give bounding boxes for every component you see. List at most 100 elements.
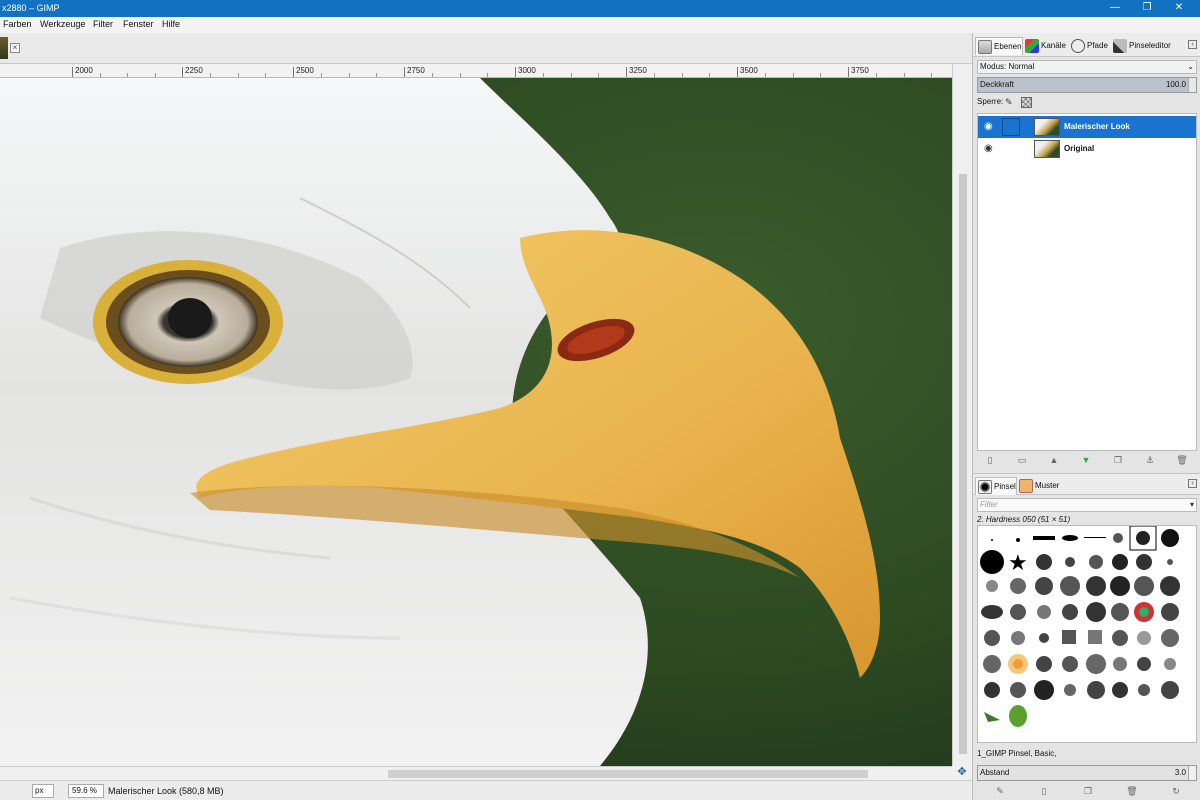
minimize-button[interactable]: — (1100, 0, 1130, 17)
ruler-label: 3750 (851, 66, 869, 75)
ruler-minor-tick (709, 73, 710, 77)
ruler-tick (293, 67, 294, 77)
layers-list: ◉ Malerischer Look ◉ Original (977, 113, 1197, 451)
ruler-tick (182, 67, 183, 77)
layer-name[interactable]: Malerischer Look (1064, 122, 1130, 131)
ruler-minor-tick (598, 73, 599, 77)
chevron-down-icon: ▾ (1189, 500, 1194, 509)
brush-icon (978, 480, 992, 494)
duplicate-layer-icon[interactable]: ❐ (1111, 453, 1125, 467)
lock-alpha-icon[interactable] (1021, 97, 1032, 108)
ruler-label: 3250 (629, 66, 647, 75)
ruler-tick (404, 67, 405, 77)
layer-row-malerischer-look[interactable]: ◉ Malerischer Look (978, 116, 1196, 138)
dock-menu-icon[interactable]: ‹ (1188, 40, 1197, 49)
new-layer-icon[interactable]: ▯ (983, 453, 997, 467)
ruler-label: 2500 (296, 66, 314, 75)
delete-layer-icon[interactable]: 🗑 (1175, 453, 1189, 467)
spacing-slider[interactable]: Abstand 3.0 (977, 765, 1197, 781)
eye-icon[interactable]: ◉ (984, 143, 996, 155)
menu-filter[interactable]: Filter (93, 19, 113, 29)
chain-toggle[interactable] (1002, 118, 1020, 136)
opacity-slider[interactable]: Deckkraft 100.0 (977, 77, 1197, 93)
refresh-brushes-icon[interactable]: ↻ (1169, 784, 1183, 798)
tab-ebenen[interactable]: Ebenen (975, 37, 1023, 55)
ruler-minor-tick (127, 73, 128, 77)
title-bar: x2880 – GIMP — ❐ ✕ (0, 0, 1200, 17)
layer-row-original[interactable]: ◉ Original (978, 138, 1196, 160)
image-tab-bar: × (0, 33, 972, 64)
new-group-icon[interactable]: ▭ (1015, 453, 1029, 467)
mode-select[interactable]: Modus: Normal ⌄ (977, 60, 1197, 74)
dock-tab-bar: Ebenen Kanäle Pfade Pinseleditor ‹ (973, 33, 1200, 57)
tab-kanaele[interactable]: Kanäle (1023, 37, 1066, 55)
tab-pfade-label: Pfade (1087, 41, 1108, 50)
horizontal-scroll-thumb[interactable] (388, 770, 868, 778)
menu-werkzeuge[interactable]: Werkzeuge (40, 19, 85, 29)
ruler-minor-tick (543, 73, 544, 77)
menu-fenster[interactable]: Fenster (123, 19, 154, 29)
spacing-spinner[interactable] (1188, 766, 1196, 780)
navigate-icon[interactable]: ✥ (952, 766, 972, 780)
eye-icon[interactable]: ◉ (984, 121, 996, 133)
tab-pinsel[interactable]: Pinsel (975, 477, 1017, 495)
brush-editor-icon (1113, 39, 1127, 53)
close-icon[interactable]: × (10, 43, 20, 53)
brush-tab-bar: Pinsel Muster ‹ (973, 473, 1200, 495)
tab-pfade[interactable]: Pfade (1069, 37, 1108, 55)
edit-brush-icon[interactable]: ✎ (993, 784, 1007, 798)
brush-grid[interactable]: ★ (977, 525, 1197, 743)
dock-menu-icon[interactable]: ‹ (1188, 479, 1197, 488)
ruler-minor-tick (100, 73, 101, 77)
unit-select[interactable]: px (32, 784, 54, 798)
tab-pinseleditor[interactable]: Pinseleditor (1111, 37, 1171, 55)
menu-bar: Farben Werkzeuge Filter Fenster Hilfe (0, 17, 1200, 33)
ruler-minor-tick (210, 73, 211, 77)
chevron-down-icon: ⌄ (1187, 62, 1194, 71)
ruler-label: 3500 (740, 66, 758, 75)
image-canvas[interactable] (0, 78, 952, 766)
image-tab-thumbnail[interactable] (0, 37, 8, 59)
status-info: Malerischer Look (580,8 MB) (108, 786, 224, 796)
pattern-icon (1019, 479, 1033, 493)
layer-name[interactable]: Original (1064, 144, 1094, 153)
eagle-image (0, 78, 952, 766)
new-brush-icon[interactable]: ▯ (1037, 784, 1051, 798)
zoom-select[interactable]: 59.6 % (68, 784, 104, 798)
layers-icon (978, 40, 992, 54)
anchor-layer-icon[interactable]: ⚓ (1143, 453, 1157, 467)
tab-pinsel-label: Pinsel (994, 482, 1016, 491)
ruler-minor-tick (904, 73, 905, 77)
maximize-button[interactable]: ❐ (1132, 0, 1162, 17)
vertical-scrollbar[interactable] (952, 64, 972, 766)
opacity-spinner[interactable] (1188, 78, 1196, 92)
close-button[interactable]: ✕ (1164, 0, 1194, 17)
duplicate-brush-icon[interactable]: ❐ (1081, 784, 1095, 798)
ruler-minor-tick (682, 73, 683, 77)
layer-thumbnail (1034, 118, 1060, 136)
vertical-scroll-thumb[interactable] (959, 174, 967, 754)
horizontal-scrollbar[interactable] (0, 766, 952, 780)
lock-pixels-icon[interactable]: ✎ (1005, 97, 1013, 108)
brush-filter-input[interactable]: Filter ▾ (977, 498, 1197, 512)
ruler-tick (515, 67, 516, 77)
mode-label: Modus: Normal (980, 62, 1035, 71)
ruler-minor-tick (571, 73, 572, 77)
horizontal-ruler: 2000 2250 2500 2750 3000 3250 3500 3750 (0, 64, 952, 78)
tab-muster[interactable]: Muster (1017, 477, 1059, 495)
opacity-value: 100.0 (1165, 80, 1186, 89)
ruler-label: 2000 (75, 66, 93, 75)
ruler-minor-tick (376, 73, 377, 77)
tab-kanaele-label: Kanäle (1041, 41, 1066, 50)
ruler-minor-tick (820, 73, 821, 77)
menu-farben[interactable]: Farben (3, 19, 32, 29)
delete-brush-icon[interactable]: 🗑 (1125, 784, 1139, 798)
layers-button-bar: ▯ ▭ ▲ ▼ ❐ ⚓ 🗑 (977, 451, 1197, 469)
spacing-value: 3.0 (1174, 768, 1186, 777)
ruler-minor-tick (460, 73, 461, 77)
lower-layer-icon[interactable]: ▼ (1079, 453, 1093, 467)
menu-hilfe[interactable]: Hilfe (162, 19, 180, 29)
svg-text:★: ★ (1008, 550, 1028, 575)
raise-layer-icon[interactable]: ▲ (1047, 453, 1061, 467)
ruler-minor-tick (793, 73, 794, 77)
